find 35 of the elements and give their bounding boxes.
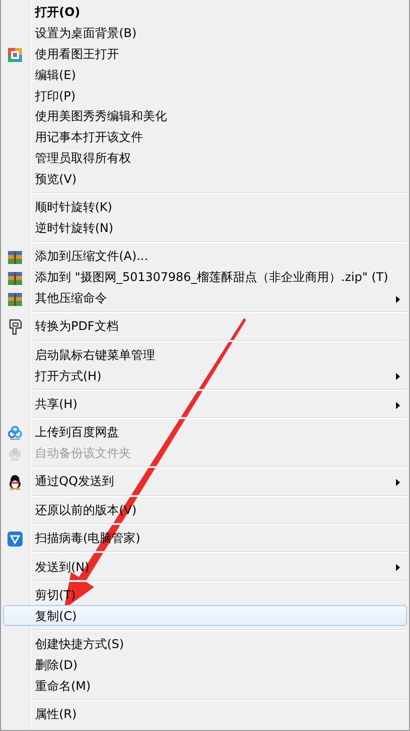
menu-item[interactable]: 打开方式(H) <box>3 365 407 386</box>
menu-item[interactable]: 还原以前的版本(V) <box>3 499 407 520</box>
menu-item[interactable]: 打开(O) <box>3 2 407 23</box>
menu-item[interactable]: 上传到百度网盘 <box>3 422 407 443</box>
menu-item[interactable]: 打印(P) <box>3 85 407 106</box>
menu-item[interactable]: 使用看图王打开 <box>3 44 407 64</box>
cloud-icon <box>7 446 23 462</box>
cloud-icon <box>7 424 23 441</box>
menu-item[interactable]: 编辑(E) <box>3 64 407 86</box>
menu-item[interactable]: 通过QQ发送到 <box>3 471 407 492</box>
archive-icon <box>7 248 23 265</box>
document-icon <box>7 318 23 335</box>
menu-item[interactable]: 重命名(M) <box>3 675 407 696</box>
menu-item[interactable]: 顺时针旋转(K) <box>3 196 407 218</box>
menu-item[interactable]: 添加到压缩文件(A)... <box>3 246 407 267</box>
penguin-icon <box>7 474 23 490</box>
menu-item[interactable]: 添加到 "摄图网_501307986_榴莲酥甜点（非企业商用）.zip" (T) <box>3 266 407 288</box>
shield-icon <box>7 530 23 547</box>
archive-icon <box>7 290 23 307</box>
archive-icon <box>7 270 23 286</box>
image-viewer-icon <box>7 46 23 63</box>
menu-item[interactable]: 属性(R) <box>3 704 407 725</box>
menu-item[interactable]: 用记事本打开该文件 <box>3 126 407 148</box>
menu-item[interactable]: 逆时针旋转(N) <box>3 218 407 238</box>
menu-item[interactable]: 转换为PDF文档 <box>3 316 407 337</box>
menu-item[interactable]: 其他压缩命令 <box>3 288 407 308</box>
menu-item[interactable]: 设置为桌面背景(B) <box>3 22 407 44</box>
menu-item[interactable]: 删除(D) <box>3 654 407 676</box>
menu-item[interactable]: 启动鼠标右键菜单管理 <box>3 344 407 366</box>
menu-item[interactable]: 复制(C) <box>3 605 407 626</box>
menu-item[interactable]: 管理员取得所有权 <box>3 148 407 168</box>
menu-item[interactable]: 预览(V) <box>3 168 407 190</box>
menu-item[interactable]: 创建快捷方式(S) <box>3 634 407 655</box>
menu-item[interactable]: 使用美图秀秀编辑和美化 <box>3 106 407 127</box>
menu-item[interactable]: 共享(H) <box>3 394 407 414</box>
